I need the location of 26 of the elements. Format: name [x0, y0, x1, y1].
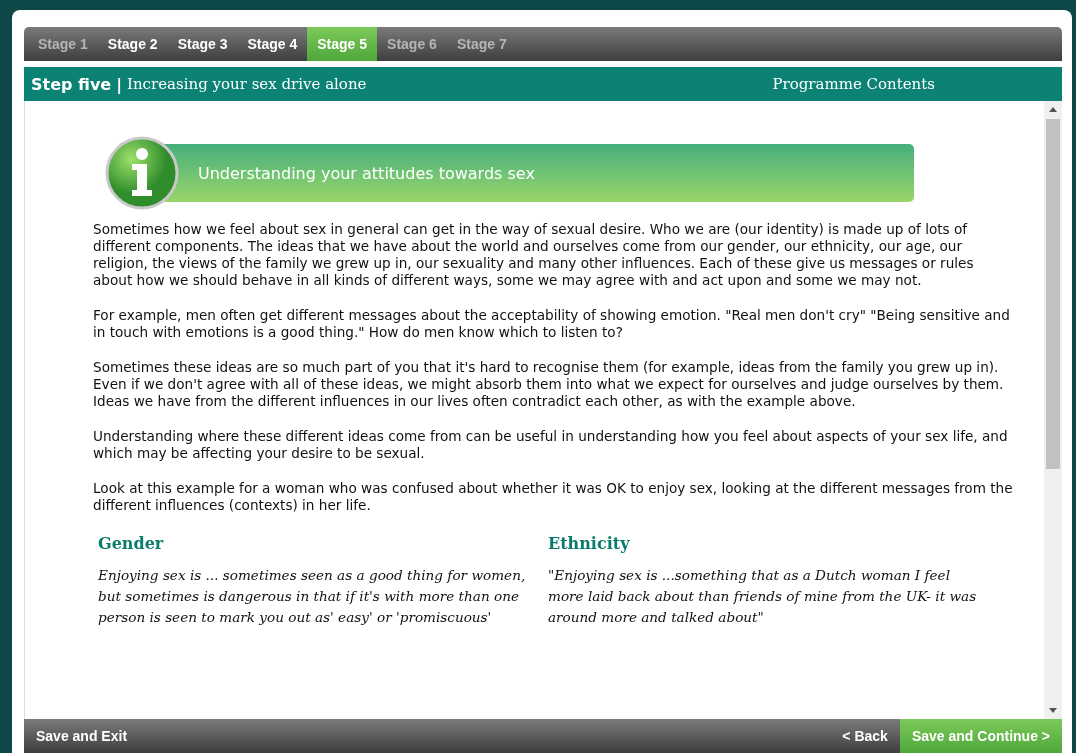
- stage-tab[interactable]: Stage 4: [237, 27, 308, 61]
- banner-title: Understanding your attitudes towards sex: [198, 163, 535, 183]
- stage-tab[interactable]: Stage 5: [307, 27, 378, 61]
- body-paragraph: Sometimes how we feel about sex in general can get in the way of sexual desire. Who we are (our identity) is made up of lots of different components. The ideas that we have about the world and ourselves come from our gender, our ethnicity, our age, our religion, the views of the family we grew up in, our sexuality and many other influences. Each of these give us messages or rules about how we should behave in all kinds of different ways, some we may agree with and act upon and some we may not.: [93, 221, 975, 289]
- save-and-continue-button[interactable]: Save and Continue >: [899, 719, 1062, 753]
- back-button[interactable]: < Back: [830, 719, 900, 753]
- scroll-up-icon[interactable]: [1048, 105, 1058, 115]
- body-paragraph: Understanding where these different ideas come from can be useful in understanding how you feel about aspects of your sex life, and which may be affecting your desire to be sexual.: [93, 428, 1009, 462]
- programme-contents-link[interactable]: Programme Contents: [772, 75, 935, 93]
- body-paragraph: Look at this example for a woman who was confused about whether it was OK to enjoy sex, looking at the different messages from the different influences (contexts) in her life.: [93, 480, 1014, 514]
- info-icon: [104, 135, 180, 211]
- scrollbar[interactable]: [1044, 101, 1062, 719]
- body-paragraph: For example, men often get different messages about the acceptability of showing emotion. "Real men don't cry" "Being sensitive and in touch with emotions is a good thing." How do men know which to listen to?: [93, 307, 1011, 341]
- influence-heading: Ethnicity: [548, 534, 631, 553]
- influence-quote: Enjoying sex is ... sometimes seen as a good thing for women, but sometimes is dangerous in that if it's with more than one person is seen to mark you out as' easy' or 'promiscuous': [98, 566, 527, 627]
- save-and-exit-button[interactable]: Save and Exit: [24, 719, 140, 753]
- stage-tab[interactable]: Stage 2: [97, 27, 168, 61]
- stage-tab[interactable]: Stage 3: [167, 27, 238, 61]
- step-title: Increasing your sex drive alone: [127, 75, 368, 93]
- separator: |: [116, 74, 123, 94]
- scroll-down-icon[interactable]: [1048, 705, 1058, 715]
- influence-quote: "Enjoying sex is ...something that as a Dutch woman I feel more laid back about than friends of mine from the UK- it was around more and talked about": [548, 566, 978, 627]
- influence-heading: Gender: [98, 534, 165, 553]
- scroll-thumb[interactable]: [1046, 119, 1060, 469]
- step-label: Step five: [31, 74, 112, 94]
- body-paragraph: Sometimes these ideas are so much part of you that it's hard to recognise them (for example, ideas from the family you grew up in). Even if we don't agree with all of these ideas, we might absorb them into what we expect for ourselves and judge ourselves by them. Ideas we have from the different influences in our lives often contradict each other, as with the example above.: [93, 359, 1005, 410]
